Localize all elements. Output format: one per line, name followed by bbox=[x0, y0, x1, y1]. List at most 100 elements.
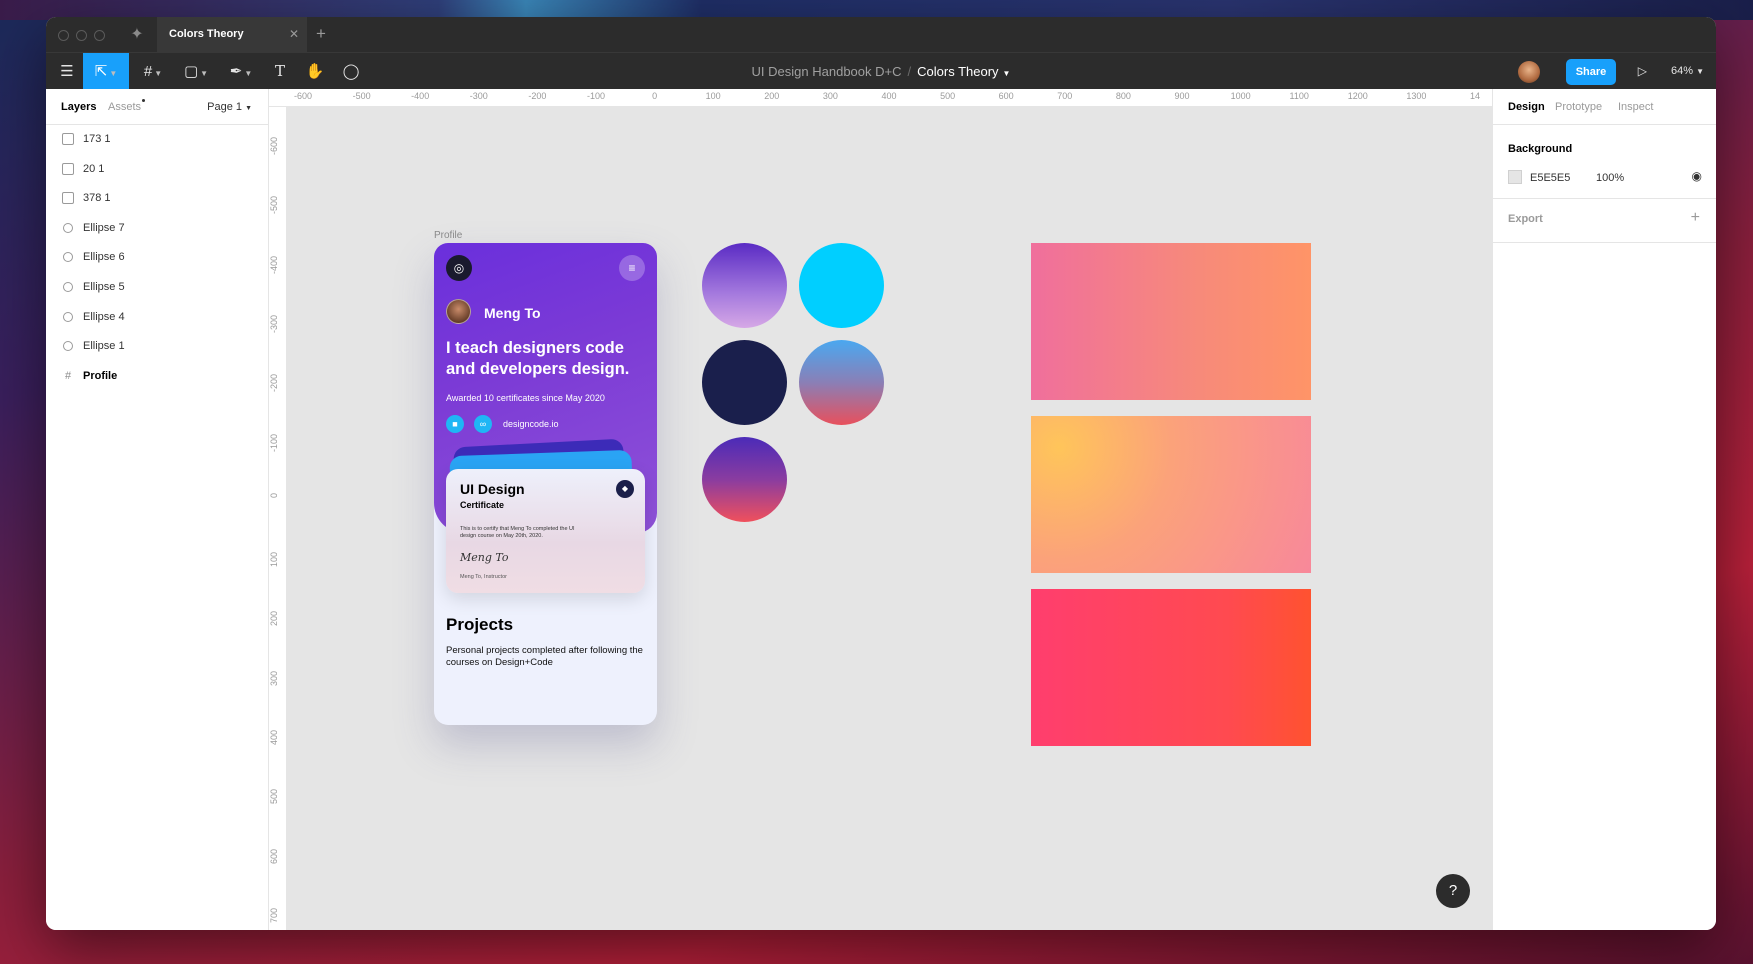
page-select[interactable]: Page 1 ▼ bbox=[207, 101, 252, 113]
zoom-dropdown[interactable]: 64% ▼ bbox=[1671, 53, 1704, 90]
layer-row[interactable]: Ellipse 1 bbox=[46, 332, 268, 362]
layer-label: Ellipse 7 bbox=[83, 221, 125, 234]
ruler-tick-label: 1100 bbox=[1289, 91, 1309, 101]
tab-assets[interactable]: Assets bbox=[108, 101, 141, 113]
menu-icon: ≡ bbox=[619, 255, 645, 281]
add-export-icon[interactable]: + bbox=[1691, 209, 1700, 227]
background-title: Background bbox=[1508, 143, 1573, 155]
profile-headline: I teach designers code and developers de… bbox=[446, 339, 630, 378]
share-button[interactable]: Share bbox=[1566, 59, 1616, 85]
ellipse-layer-icon bbox=[63, 281, 73, 292]
project-name[interactable]: UI Design Handbook D+C bbox=[752, 64, 902, 79]
layer-row[interactable]: 378 1 bbox=[46, 184, 268, 214]
ruler-tick-label: 1300 bbox=[1406, 91, 1427, 101]
ruler-tick-label: 200 bbox=[269, 611, 279, 627]
ellipse-blue-red-gradient[interactable] bbox=[799, 340, 884, 425]
frame-label[interactable]: Profile bbox=[434, 230, 462, 241]
file-name[interactable]: Colors Theory bbox=[917, 64, 998, 79]
ruler-tick-label: -400 bbox=[411, 91, 430, 101]
layer-label: 173 1 bbox=[83, 133, 111, 145]
figma-logo-icon[interactable]: ✦ bbox=[130, 25, 144, 45]
ruler-tick-label: 100 bbox=[269, 552, 279, 568]
ruler-tick-label: 700 bbox=[269, 907, 279, 923]
ruler-tick-label: 500 bbox=[269, 789, 279, 805]
main-menu-icon[interactable]: ☰ bbox=[56, 53, 78, 90]
certificate-title: UI Design bbox=[460, 481, 525, 497]
frame-tool-button[interactable]: # ▼ bbox=[138, 53, 168, 90]
zoom-window-button[interactable] bbox=[94, 30, 105, 41]
certificate-badge-icon: ◆ bbox=[616, 480, 634, 498]
chevron-down-icon[interactable]: ▼ bbox=[1003, 69, 1011, 78]
ellipse-cyan[interactable] bbox=[799, 243, 884, 328]
chevron-down-icon: ▼ bbox=[109, 69, 118, 78]
new-tab-icon[interactable]: + bbox=[316, 24, 326, 44]
text-tool-icon[interactable]: T bbox=[270, 53, 290, 90]
properties-panel: Design Prototype Inspect Background E5E5… bbox=[1492, 89, 1716, 930]
ellipse-navy[interactable] bbox=[702, 340, 787, 425]
zoom-level: 64% bbox=[1671, 65, 1694, 77]
tab-prototype[interactable]: Prototype bbox=[1555, 101, 1602, 113]
image-red-gradient[interactable] bbox=[1031, 589, 1311, 746]
ruler-tick-label: 1200 bbox=[1347, 91, 1368, 101]
avatar[interactable] bbox=[1518, 61, 1540, 83]
comment-tool-icon[interactable]: ◯ bbox=[341, 53, 361, 90]
shape-tool-button[interactable]: ▢ ▼ bbox=[181, 53, 211, 90]
ruler-tick-label: -200 bbox=[269, 374, 279, 393]
designcode-logo-icon: ◎ bbox=[446, 255, 472, 281]
vertical-ruler[interactable]: -600 -500 -400 -300 -200 -100 0 100 200 300 400 500… bbox=[269, 107, 287, 930]
canvas[interactable]: Profile ◎ ≡ Meng To I teach designers co… bbox=[287, 107, 1492, 930]
ruler-tick-label: 400 bbox=[269, 730, 279, 746]
layer-row[interactable]: 20 1 bbox=[46, 155, 268, 185]
file-tab-label: Colors Theory bbox=[169, 28, 244, 40]
tab-layers[interactable]: Layers bbox=[61, 101, 96, 113]
tab-inspect[interactable]: Inspect bbox=[1618, 101, 1653, 113]
close-window-button[interactable] bbox=[58, 30, 69, 41]
layer-row[interactable]: Ellipse 4 bbox=[46, 303, 268, 333]
image-yellow-pink-gradient[interactable] bbox=[1031, 416, 1311, 573]
file-tab[interactable]: Colors Theory ✕ bbox=[157, 17, 307, 52]
profile-frame[interactable]: ◎ ≡ Meng To I teach designers code and d… bbox=[434, 243, 657, 725]
ruler-tick-label: -600 bbox=[293, 91, 313, 101]
ruler-tick-label: 300 bbox=[269, 670, 279, 686]
visibility-eye-icon[interactable]: ◉ bbox=[1692, 169, 1702, 183]
ruler-tick-label: 400 bbox=[881, 91, 897, 101]
move-tool-icon: ⇱ bbox=[94, 63, 108, 80]
minimize-window-button[interactable] bbox=[76, 30, 87, 41]
ellipse-purple-red-gradient[interactable] bbox=[702, 437, 787, 522]
certificate-instructor: Meng To, Instructor bbox=[460, 574, 507, 580]
ellipse-layer-icon bbox=[63, 252, 73, 263]
close-tab-icon[interactable]: ✕ bbox=[289, 27, 299, 41]
image-pink-orange-gradient[interactable] bbox=[1031, 243, 1311, 400]
layer-row[interactable]: 173 1 bbox=[46, 125, 268, 155]
profile-avatar bbox=[446, 299, 471, 324]
certificate-signature: Meng To bbox=[460, 551, 509, 564]
layer-row[interactable]: Ellipse 6 bbox=[46, 243, 268, 273]
projects-title: Projects bbox=[446, 615, 514, 634]
move-tool-button[interactable]: ⇱ ▼ bbox=[83, 53, 129, 90]
layer-row[interactable]: # Profile bbox=[46, 362, 268, 392]
ruler-tick-label: 500 bbox=[940, 91, 956, 101]
certificate-subtitle: Certificate bbox=[460, 500, 505, 510]
assets-update-dot bbox=[142, 99, 145, 102]
hand-tool-icon[interactable]: ✋ bbox=[305, 53, 325, 90]
present-play-icon[interactable]: ▷ bbox=[1638, 53, 1647, 90]
image-layer-icon bbox=[62, 162, 74, 175]
ruler-tick-label: 800 bbox=[1115, 91, 1131, 101]
ruler-tick-label: 300 bbox=[822, 91, 838, 101]
ellipse-purple-gradient[interactable] bbox=[702, 243, 787, 328]
pen-tool-button[interactable]: ✒ ▼ bbox=[226, 53, 256, 90]
twitter-icon: ■ bbox=[446, 415, 464, 433]
layer-row[interactable]: Ellipse 5 bbox=[46, 273, 268, 303]
layer-label: Ellipse 1 bbox=[83, 340, 125, 353]
chevron-down-icon: ▼ bbox=[1696, 67, 1704, 76]
ruler-tick-label: -300 bbox=[269, 314, 279, 333]
horizontal-ruler[interactable]: -600 -500 -400 -300 -200 -100 0 100 200 300 400 500… bbox=[269, 89, 1492, 107]
help-button[interactable]: ? bbox=[1436, 874, 1470, 908]
background-opacity-input[interactable]: 100% bbox=[1596, 172, 1624, 184]
certificate-body: This is to certify that Meng To complete… bbox=[460, 526, 575, 539]
background-color-swatch[interactable] bbox=[1508, 170, 1522, 184]
layer-row[interactable]: Ellipse 7 bbox=[46, 214, 268, 244]
ruler-tick-label: -300 bbox=[469, 91, 488, 101]
background-hex-input[interactable]: E5E5E5 bbox=[1530, 172, 1570, 184]
tab-design[interactable]: Design bbox=[1508, 101, 1545, 113]
